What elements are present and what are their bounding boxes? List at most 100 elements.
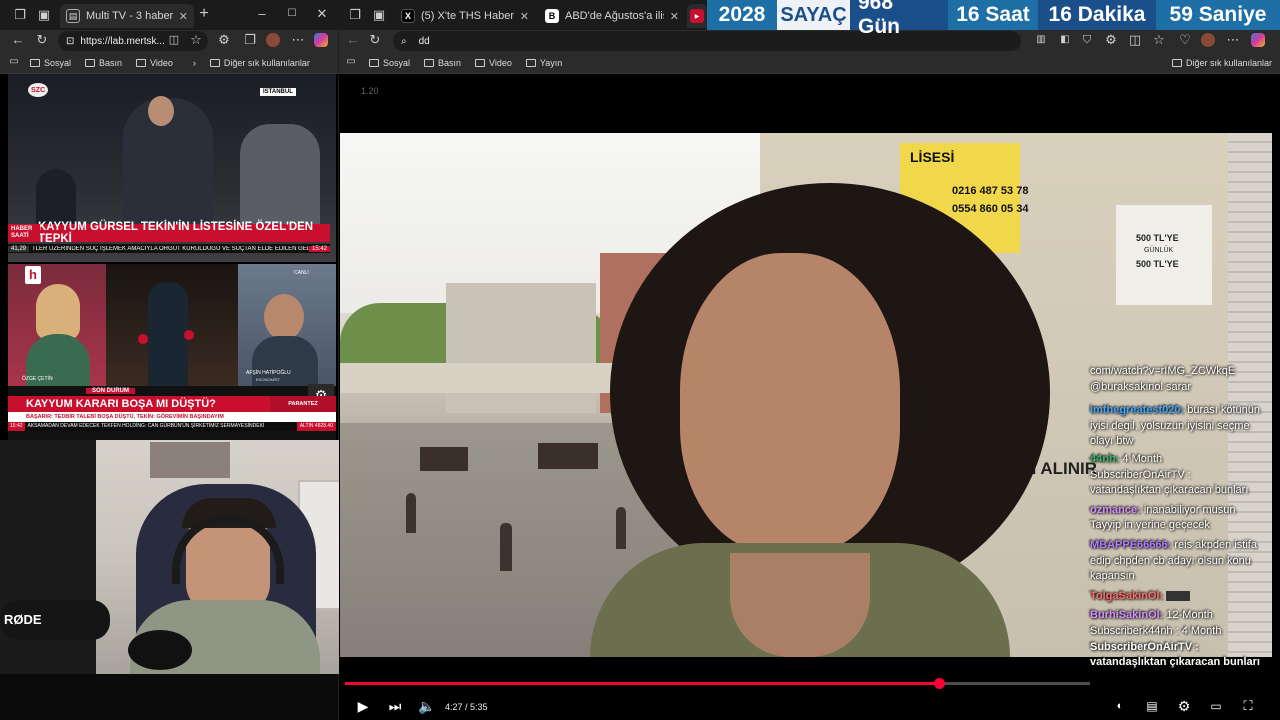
face <box>680 253 900 553</box>
tab-actions-icon[interactable]: ▣ <box>36 8 52 24</box>
chat-user: MBAPPE66666: <box>1090 538 1172 551</box>
right-toolbar: ← ↻ ⌕ dd ▥ ◧ ⛉ ⚙ ◫ ☆ ♡ ⋯ <box>339 30 1280 52</box>
poster-text: 0216 487 53 78 <box>952 185 1029 197</box>
fullscreen-icon[interactable]: ⛶ <box>1238 696 1258 716</box>
maximize-icon[interactable]: ☐ <box>284 7 300 23</box>
bookmark-label: Sosyal <box>44 57 72 68</box>
tab-youtube[interactable]: ▶ <box>687 4 707 28</box>
tab-x-ths-haber[interactable]: X (5) X'te THS Haber: "Edirne'de ✕ <box>395 4 535 28</box>
theater-mode-icon[interactable]: ▭ <box>1206 696 1226 716</box>
copilot-icon[interactable] <box>314 33 328 47</box>
folder-icon <box>424 58 435 67</box>
tab-multi-tv[interactable]: ▤ Multi TV - 3 haber kanalı ✕ <box>60 4 194 28</box>
chat-message: com/watch?v=rIMG_ZCWkqE <box>1090 364 1266 380</box>
progress-scrubber[interactable] <box>933 678 945 689</box>
folder-icon <box>30 58 40 67</box>
ticker-clock: 15:42 <box>8 422 25 431</box>
tv2-ticker: 15:42 AKSAMADAN DEVAM EDECEK TEKFEN HOLD… <box>8 422 336 431</box>
tv1-headline: KAYYUM GÜRSEL TEKİN'İN LİSTESİNE ÖZEL'DE… <box>8 221 330 245</box>
tab-title: (5) X'te THS Haber: "Edirne'de <box>421 10 514 22</box>
left-tab-bar: ❐ ▣ ▤ Multi TV - 3 haber kanalı ✕ + – ☐ … <box>0 0 338 30</box>
bookmark-label: Diğer sık kullanılanlar <box>1185 57 1272 68</box>
tv1-ticker: 41,29 TLER ÜZERİNDEN SUÇ İŞLEMEK AMACIYL… <box>8 244 330 253</box>
chat-user: imthegreatest020: <box>1090 404 1185 417</box>
tv-stream-halk[interactable]: h CANLI ÖZGE ÇETİN AFŞİN HATİPOĞLU EKONO… <box>8 264 336 440</box>
play-icon[interactable]: ▶ <box>353 696 373 716</box>
more-menu-icon[interactable]: ⋯ <box>1225 33 1241 49</box>
right-bookmarks-bar: ▭ Sosyal Basın Video Yayın Diğer sık kul… <box>339 52 1280 74</box>
next-icon[interactable]: ⏭ <box>385 696 405 716</box>
szc-logo: SZC <box>28 83 48 97</box>
bookmark-label: Yayın <box>539 57 563 68</box>
refresh-icon[interactable]: ↻ <box>367 33 383 49</box>
more-bookmarks-chevron-icon[interactable]: › <box>193 58 196 68</box>
close-tab-icon[interactable]: ✕ <box>520 10 529 23</box>
close-tab-icon[interactable]: ✕ <box>179 10 188 23</box>
ticker-right: ALTIN 4828.40 <box>296 422 336 431</box>
neck <box>730 553 870 657</box>
poster-text: LİSESİ <box>910 149 955 165</box>
new-tab-icon[interactable]: + <box>196 6 212 23</box>
chat-text: 4 Month <box>1122 452 1163 465</box>
chat-text: com/watch?v=rIMG_ZCWkqE <box>1090 365 1236 377</box>
volume-icon[interactable]: 🔈 <box>417 696 437 716</box>
favorites-icon[interactable]: ☆ <box>1151 33 1167 49</box>
split-screen-icon[interactable]: ◫ <box>166 33 182 49</box>
bookmark-other[interactable]: Diğer sık kullanılanlar <box>1171 57 1272 68</box>
favorite-star-icon[interactable]: ☆ <box>188 33 204 49</box>
bench <box>538 443 598 469</box>
settings-icon[interactable]: ⚙ <box>1174 696 1194 716</box>
close-tab-icon[interactable]: ✕ <box>670 10 679 23</box>
profile-avatar[interactable] <box>1201 33 1215 47</box>
duration: 5:35 <box>470 702 488 712</box>
anchor-name: ÖZGE ÇETİN <box>22 376 53 382</box>
tab-actions-icon[interactable]: ▣ <box>371 8 387 24</box>
refresh-icon[interactable]: ↻ <box>34 33 50 49</box>
bookmark-yayin[interactable]: Yayın <box>525 57 563 68</box>
progress-track[interactable] <box>345 678 1090 689</box>
bookmark-basin[interactable]: Basın <box>424 58 461 68</box>
guest-name: AFŞİN HATİPOĞLU <box>246 370 291 376</box>
speed-label: 1.20 <box>361 86 379 96</box>
collections-icon[interactable]: ❐ <box>242 33 258 49</box>
bookmark-sosyal[interactable]: Sosyal <box>369 58 410 68</box>
bookmark-video[interactable]: Video <box>136 58 173 68</box>
reading-list-icon[interactable]: ▭ <box>6 55 22 71</box>
bookmark-label: Basın <box>99 57 123 68</box>
counter-days: 968 Gün <box>858 0 900 38</box>
extensions-icon[interactable]: ⚙ <box>216 33 232 49</box>
extensions-icon[interactable]: ⚙ <box>1103 33 1119 49</box>
profile-avatar[interactable] <box>266 33 280 47</box>
close-window-icon[interactable]: ✕ <box>314 7 330 23</box>
reader-mode-icon[interactable]: ▥ <box>1033 33 1049 49</box>
workspaces-icon[interactable]: ❐ <box>12 8 28 24</box>
copilot-icon[interactable] <box>1251 33 1265 47</box>
workspaces-icon[interactable]: ❐ <box>347 8 363 24</box>
browser-essentials-icon[interactable]: ♡ <box>1177 33 1193 49</box>
youtube-player-area[interactable]: 1.20 LİSESİ 0216 487 53 78 0554 860 05 3… <box>339 74 1280 720</box>
subtitles-icon[interactable]: ▤ <box>1142 696 1162 716</box>
poster-text: GÜNLÜK <box>1144 247 1174 254</box>
more-menu-icon[interactable]: ⋯ <box>290 33 306 49</box>
bookmark-other[interactable]: Diğer sık kullanılanlar <box>209 58 310 68</box>
extension-icon[interactable]: ◧ <box>1057 33 1073 49</box>
reading-list-icon[interactable]: ▭ <box>343 55 359 71</box>
rode-logo: RØDE <box>4 612 42 627</box>
autoplay-toggle[interactable]: ◐ <box>1110 696 1130 716</box>
back-icon[interactable]: ← <box>10 33 26 49</box>
time-display: 4:27 / 5:35 <box>445 702 488 712</box>
bookmark-video[interactable]: Video <box>475 58 512 68</box>
address-bar[interactable]: ⊡ https://lab.mertsk... <box>58 31 208 51</box>
chat-message: MBAPPE66666: reis akpden istifa edip chp… <box>1090 538 1266 585</box>
shield-icon[interactable]: ⛉ <box>1079 33 1095 49</box>
split-screen-icon[interactable]: ◫ <box>1127 33 1143 49</box>
bollard <box>406 493 416 533</box>
tab-abd-enflasyon[interactable]: B ABD'de Ağustos'a ilişkin enfla ✕ <box>539 4 685 28</box>
site-info-icon[interactable]: ⊡ <box>66 36 74 47</box>
bookmark-basin[interactable]: Basın <box>85 58 122 68</box>
back-icon[interactable]: ← <box>345 33 361 49</box>
bookmark-sosyal[interactable]: Sosyal <box>30 58 71 68</box>
politician-figure <box>148 282 188 386</box>
chat-message: ozmance: inanabiliyor musun Tayyip in ye… <box>1090 503 1266 534</box>
minimize-icon[interactable]: – <box>254 7 270 23</box>
